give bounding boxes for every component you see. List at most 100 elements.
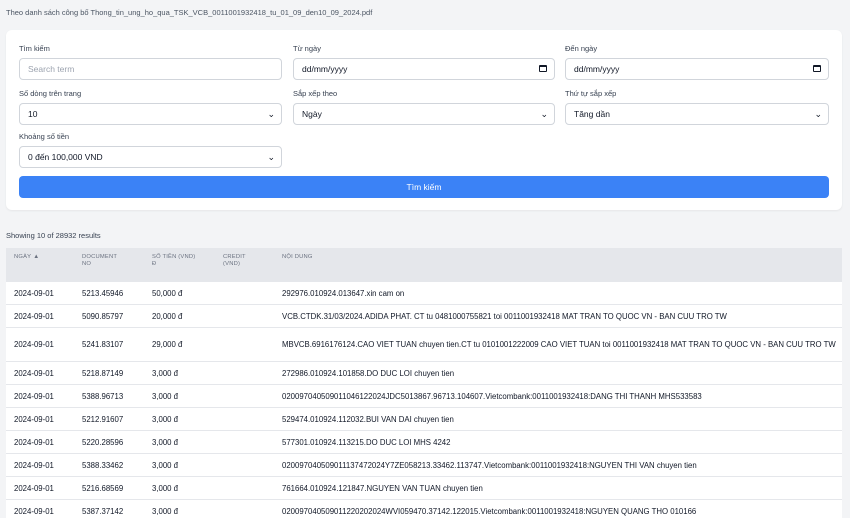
cell-content: 272986.010924.101858.DO DUC LOI chuyen t… xyxy=(274,362,842,385)
cell-amount: 3,000 đ xyxy=(144,362,215,385)
cell-content: 292976.010924.013647.xin cam on xyxy=(274,282,842,305)
table-row[interactable]: 2024-09-015212.916073,000 đ529474.010924… xyxy=(6,408,842,431)
cell-date: 2024-09-01 xyxy=(6,328,74,362)
cell-content: 761664.010924.121847.NGUYEN VAN TUAN chu… xyxy=(274,477,842,500)
table-row[interactable]: 2024-09-015090.8579720,000 đVCB.CTDK.31/… xyxy=(6,305,842,328)
sort-order-select[interactable]: Tăng dần ⌄ xyxy=(565,103,829,125)
rows-per-page-select[interactable]: 10 ⌄ xyxy=(19,103,282,125)
chevron-down-icon: ⌄ xyxy=(267,147,275,167)
table-row[interactable]: 2024-09-015220.285963,000 đ577301.010924… xyxy=(6,431,842,454)
cell-doc: 5241.83107 xyxy=(74,328,144,362)
cell-credit xyxy=(215,362,274,385)
sort-order-field: Thứ tự sắp xếp Tăng dần ⌄ xyxy=(565,88,829,125)
cell-content: 020097040509011046122024JDC5013867.96713… xyxy=(274,385,842,408)
table-row[interactable]: 2024-09-015216.685693,000 đ 761664.010924… xyxy=(6,477,842,500)
cell-credit xyxy=(215,431,274,454)
cell-date: 2024-09-01 xyxy=(6,362,74,385)
cell-content: 529474.010924.112032.BUI VAN DAI chuyen … xyxy=(274,408,842,431)
amount-range-field: Khoảng số tiền 0 đến 100,000 VND ⌄ xyxy=(19,131,282,168)
table-row[interactable]: 2024-09-015388.334623,000 đ 0200970405090… xyxy=(6,454,842,477)
cell-amount: 3,000 đ xyxy=(144,477,215,500)
cell-credit xyxy=(215,385,274,408)
cell-amount: 3,000 đ xyxy=(144,431,215,454)
table-row[interactable]: 2024-09-015387.371423,000 đ0200970405090… xyxy=(6,500,842,518)
filter-panel: Tìm kiếm Search term Từ ngày dd/mm/yyyy … xyxy=(6,30,842,210)
cell-date: 2024-09-01 xyxy=(6,431,74,454)
cell-date: 2024-09-01 xyxy=(6,385,74,408)
search-button[interactable]: Tìm kiếm xyxy=(19,176,829,198)
table-header-row: NGÀY▲DOCUMENTNOSỐ TIỀN (VND)đCREDIT(VND)… xyxy=(6,248,842,282)
chevron-down-icon: ⌄ xyxy=(814,104,822,124)
cell-credit xyxy=(215,408,274,431)
column-header-date[interactable]: NGÀY▲ xyxy=(6,248,74,282)
from-date-value: dd/mm/yyyy xyxy=(302,64,347,74)
cell-doc: 5213.45946 xyxy=(74,282,144,305)
cell-doc: 5090.85797 xyxy=(74,305,144,328)
sort-asc-icon: ▲ xyxy=(33,254,39,260)
cell-content: 020097040509011220202024WVI059470.37142.… xyxy=(274,500,842,518)
cell-credit xyxy=(215,328,274,362)
cell-date: 2024-09-01 xyxy=(6,454,74,477)
cell-credit xyxy=(215,282,274,305)
cell-doc: 5388.33462 xyxy=(74,454,144,477)
amount-range-select[interactable]: 0 đến 100,000 VND ⌄ xyxy=(19,146,282,168)
cell-credit xyxy=(215,305,274,328)
cell-date: 2024-09-01 xyxy=(6,477,74,500)
cell-doc: 5387.37142 xyxy=(74,500,144,518)
column-header-doc[interactable]: DOCUMENTNO xyxy=(74,248,144,282)
cell-doc: 5388.96713 xyxy=(74,385,144,408)
source-description: Theo danh sách công bố Thong_tin_ung_ho_… xyxy=(6,8,372,17)
cell-amount: 29,000 đ xyxy=(144,328,215,362)
cell-doc: 5216.68569 xyxy=(74,477,144,500)
cell-doc: 5220.28596 xyxy=(74,431,144,454)
cell-amount: 50,000 đ xyxy=(144,282,215,305)
sort-order-label: Thứ tự sắp xếp xyxy=(565,88,829,99)
rows-per-page-label: Số dòng trên trang xyxy=(19,88,282,99)
table-row[interactable]: 2024-09-015213.4594650,000 đ 292976.01092… xyxy=(6,282,842,305)
column-header-label: SỐ TIỀN (VND) xyxy=(152,254,195,260)
column-header-label: CREDIT xyxy=(223,254,246,260)
table-body: 2024-09-015213.4594650,000 đ292976.01092… xyxy=(6,282,842,518)
cell-date: 2024-09-01 xyxy=(6,282,74,305)
results-table: NGÀY▲DOCUMENTNOSỐ TIỀN (VND)đCREDIT(VND)… xyxy=(6,248,842,518)
calendar-icon[interactable] xyxy=(539,65,547,72)
column-header-amount[interactable]: SỐ TIỀN (VND)đ xyxy=(144,248,215,282)
rows-per-page-field: Số dòng trên trang 10 ⌄ xyxy=(19,88,282,125)
column-header-sublabel: đ xyxy=(152,261,156,267)
table-row[interactable]: 2024-09-015218.871493,000 đ272986.010924… xyxy=(6,362,842,385)
from-date-field: Từ ngày dd/mm/yyyy xyxy=(293,43,555,80)
chevron-down-icon: ⌄ xyxy=(540,104,548,124)
cell-content: MBVCB.6916176124.CAO VIET TUAN chuyen ti… xyxy=(274,328,842,362)
cell-content: 020097040509011137472024Y7ZE058213.33462… xyxy=(274,454,842,477)
search-input[interactable]: Search term xyxy=(19,58,282,80)
from-date-input[interactable]: dd/mm/yyyy xyxy=(293,58,555,80)
column-header-label: NỘI DUNG xyxy=(282,254,313,260)
sort-by-label: Sắp xếp theo xyxy=(293,88,555,99)
to-date-field: Đến ngày dd/mm/yyyy xyxy=(565,43,829,80)
column-header-credit[interactable]: CREDIT(VND) xyxy=(215,248,274,282)
to-date-input[interactable]: dd/mm/yyyy xyxy=(565,58,829,80)
cell-date: 2024-09-01 xyxy=(6,408,74,431)
calendar-icon[interactable] xyxy=(813,65,821,72)
amount-range-value: 0 đến 100,000 VND xyxy=(28,152,103,162)
column-header-sublabel: NO xyxy=(82,261,91,267)
cell-doc: 5212.91607 xyxy=(74,408,144,431)
cell-amount: 20,000 đ xyxy=(144,305,215,328)
column-header-label: NGÀY xyxy=(14,254,31,260)
from-date-label: Từ ngày xyxy=(293,43,555,54)
sort-by-value: Ngày xyxy=(302,109,322,119)
to-date-label: Đến ngày xyxy=(565,43,829,54)
to-date-value: dd/mm/yyyy xyxy=(574,64,619,74)
results-count: Showing 10 of 28932 results xyxy=(6,231,101,240)
cell-credit xyxy=(215,500,274,518)
table-row[interactable]: 2024-09-015241.8310729,000 đ MBVCB.691617… xyxy=(6,328,842,362)
table-row[interactable]: 2024-09-015388.967133,000 đ 0200970405090… xyxy=(6,385,842,408)
cell-date: 2024-09-01 xyxy=(6,305,74,328)
cell-amount: 3,000 đ xyxy=(144,385,215,408)
cell-credit xyxy=(215,477,274,500)
search-field: Tìm kiếm Search term xyxy=(19,43,282,80)
cell-amount: 3,000 đ xyxy=(144,454,215,477)
sort-by-select[interactable]: Ngày ⌄ xyxy=(293,103,555,125)
column-header-content[interactable]: NỘI DUNG xyxy=(274,248,842,282)
amount-range-label: Khoảng số tiền xyxy=(19,131,282,142)
